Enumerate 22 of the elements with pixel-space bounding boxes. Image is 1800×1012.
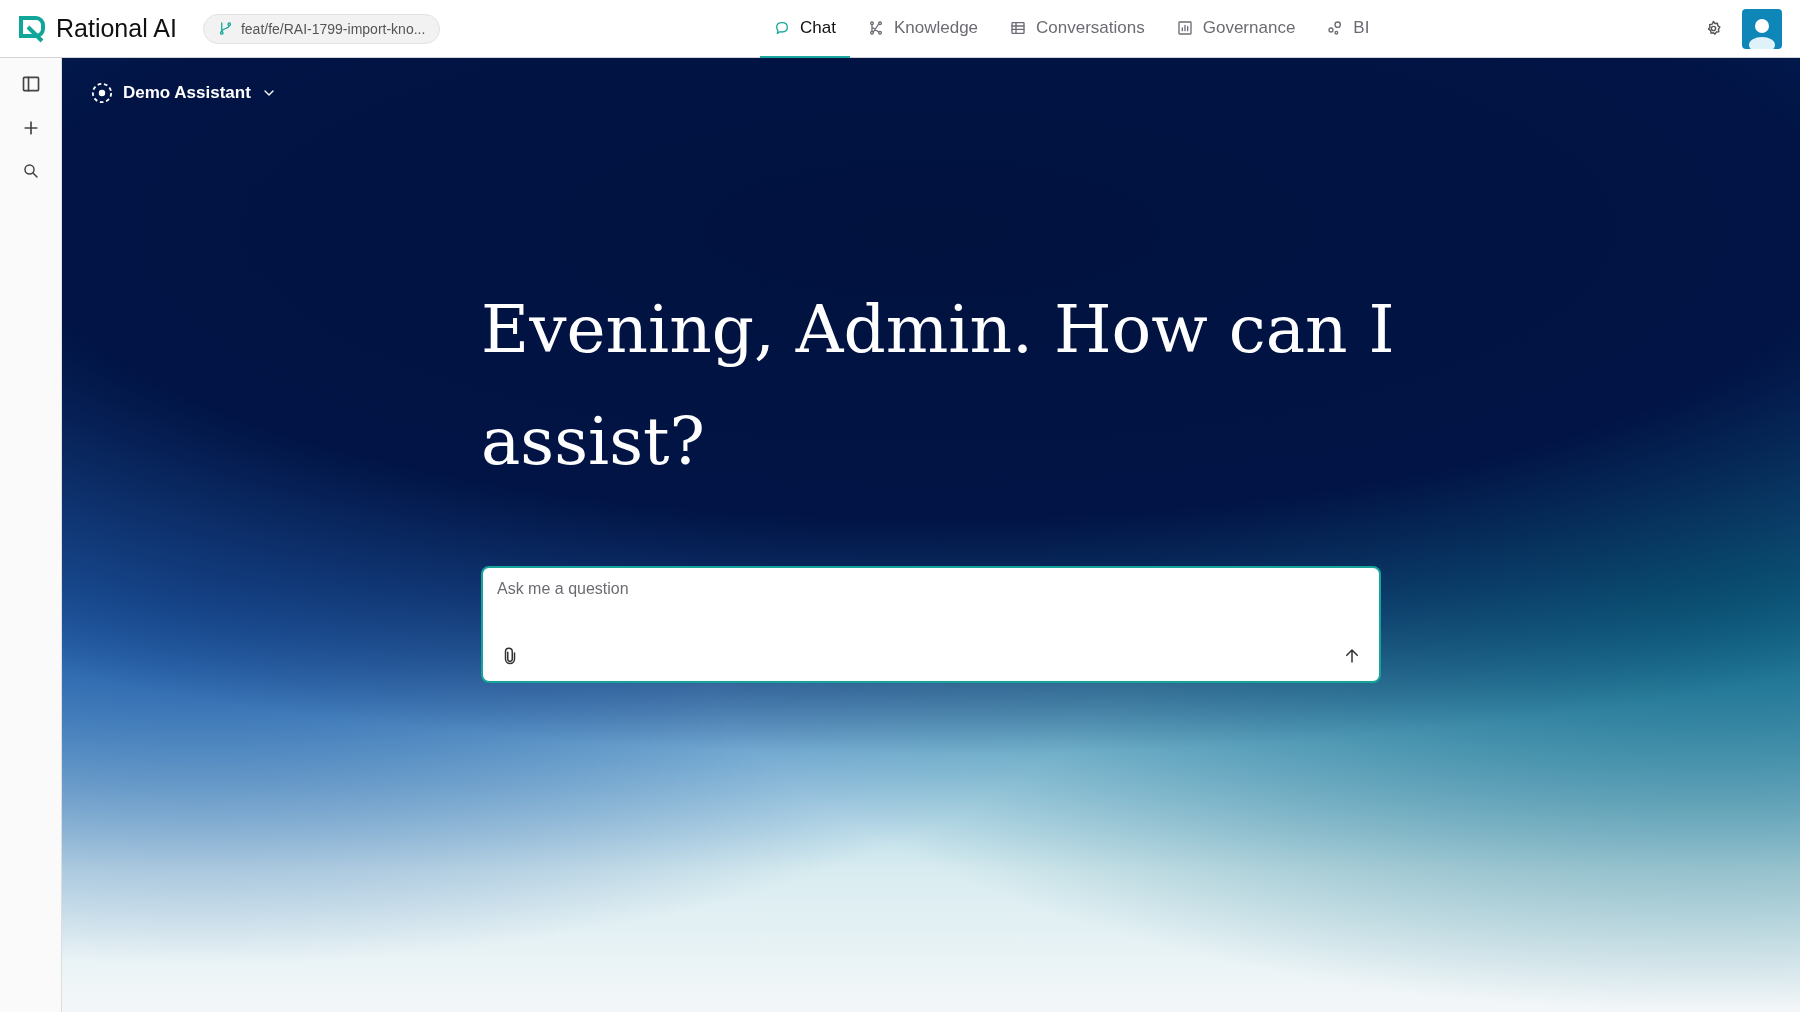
- nodes-icon: [1327, 20, 1344, 36]
- table-icon: [1010, 20, 1027, 36]
- nav-tab[interactable]: Governance: [1162, 0, 1310, 59]
- settings-icon[interactable]: [1705, 20, 1722, 37]
- greeting: Evening, Admin. How can I assist?: [481, 290, 1396, 482]
- arrow-up-icon: [1343, 647, 1361, 665]
- logo-icon: [18, 14, 46, 43]
- branch-chip[interactable]: feat/fe/RAI-1799-import-kno...: [202, 13, 441, 44]
- search-button[interactable]: [21, 162, 40, 180]
- graph-icon: [867, 20, 884, 36]
- assistant-selector[interactable]: Demo Assistant: [91, 82, 277, 104]
- nav-tab[interactable]: Conversations: [996, 0, 1159, 59]
- sidebar-toggle[interactable]: [20, 74, 41, 94]
- bar-chart-icon: [1176, 20, 1193, 36]
- git-branch-icon: [217, 21, 233, 36]
- speech-bubble-icon: [774, 20, 790, 36]
- dashed-circle-icon: [91, 82, 113, 104]
- avatar[interactable]: [1742, 8, 1782, 49]
- sidebar-icon: [20, 74, 41, 94]
- nav-tab[interactable]: BI: [1313, 0, 1384, 59]
- brand-name: Rational AI: [56, 14, 177, 43]
- search-icon: [21, 162, 40, 180]
